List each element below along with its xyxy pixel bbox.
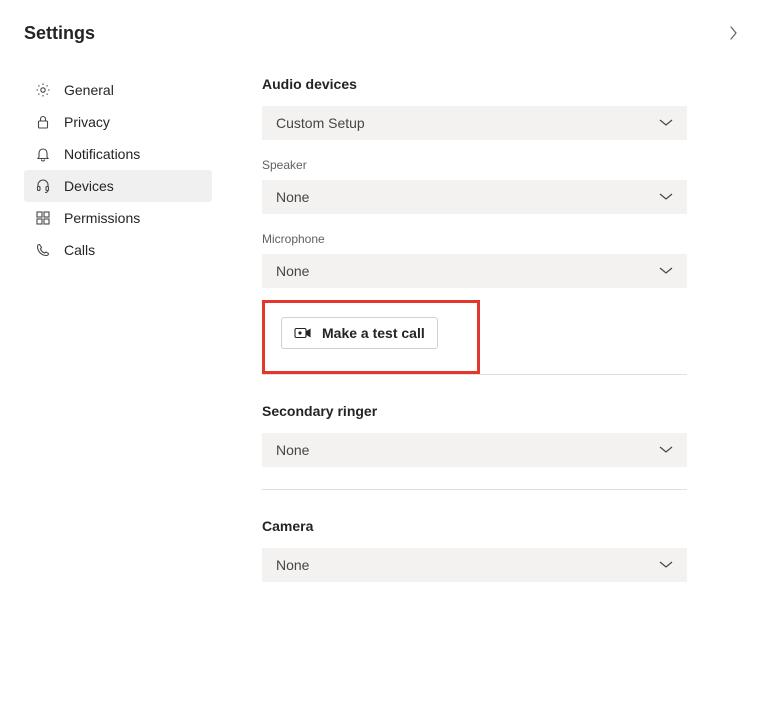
apps-icon	[34, 209, 52, 227]
make-test-call-button[interactable]: Make a test call	[281, 317, 438, 349]
chevron-down-icon	[659, 446, 673, 454]
sidebar-item-label: General	[64, 82, 114, 98]
dropdown-value: None	[276, 263, 309, 279]
dropdown-value: None	[276, 189, 309, 205]
secondary-ringer-title: Secondary ringer	[262, 403, 687, 419]
bell-icon	[34, 145, 52, 163]
sidebar-item-label: Permissions	[64, 210, 140, 226]
lock-icon	[34, 113, 52, 131]
gear-icon	[34, 81, 52, 99]
phone-icon	[34, 241, 52, 259]
test-call-label: Make a test call	[322, 325, 425, 341]
chevron-right-icon[interactable]	[723, 20, 745, 46]
sidebar-item-privacy[interactable]: Privacy	[24, 106, 212, 138]
sidebar-item-label: Notifications	[64, 146, 140, 162]
divider	[262, 374, 687, 375]
speaker-dropdown[interactable]: None	[262, 180, 687, 214]
sidebar-item-label: Devices	[64, 178, 114, 194]
chevron-down-icon	[659, 193, 673, 201]
main-content: Audio devices Custom Setup Speaker None …	[262, 74, 757, 716]
sidebar-item-label: Privacy	[64, 114, 110, 130]
sidebar-item-notifications[interactable]: Notifications	[24, 138, 212, 170]
dropdown-value: None	[276, 557, 309, 573]
secondary-ringer-dropdown[interactable]: None	[262, 433, 687, 467]
sidebar-item-label: Calls	[64, 242, 95, 258]
sidebar-item-general[interactable]: General	[24, 74, 212, 106]
divider	[262, 489, 687, 490]
camera-title: Camera	[262, 518, 687, 534]
audio-devices-dropdown[interactable]: Custom Setup	[262, 106, 687, 140]
test-call-icon	[294, 326, 312, 340]
sidebar-item-permissions[interactable]: Permissions	[24, 202, 212, 234]
page-title: Settings	[24, 23, 95, 44]
chevron-down-icon	[659, 267, 673, 275]
camera-dropdown[interactable]: None	[262, 548, 687, 582]
speaker-label: Speaker	[262, 158, 687, 172]
header: Settings	[24, 20, 757, 46]
sidebar-item-calls[interactable]: Calls	[24, 234, 212, 266]
audio-devices-title: Audio devices	[262, 76, 687, 92]
microphone-dropdown[interactable]: None	[262, 254, 687, 288]
microphone-label: Microphone	[262, 232, 687, 246]
sidebar-item-devices[interactable]: Devices	[24, 170, 212, 202]
sidebar: General Privacy Notifications Devices	[24, 74, 212, 716]
headset-icon	[34, 177, 52, 195]
chevron-down-icon	[659, 561, 673, 569]
test-call-highlight: Make a test call	[262, 300, 480, 374]
chevron-down-icon	[659, 119, 673, 127]
dropdown-value: Custom Setup	[276, 115, 365, 131]
dropdown-value: None	[276, 442, 309, 458]
